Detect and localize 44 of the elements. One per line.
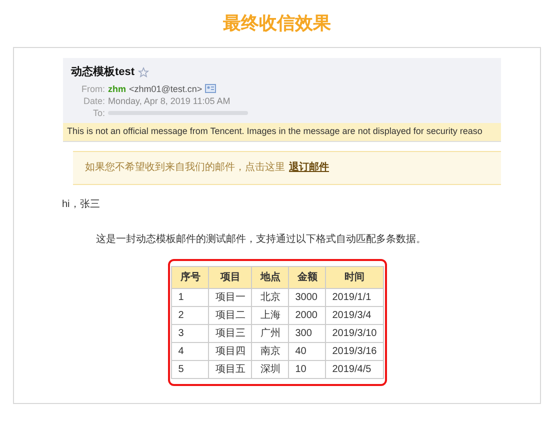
from-label: From:	[80, 82, 105, 94]
table-cell: 1	[172, 288, 209, 306]
to-label: To:	[92, 106, 105, 118]
table-cell: 2019/1/1	[326, 288, 384, 306]
table-cell: 3000	[288, 288, 326, 306]
sent-date: Monday, Apr 8, 2019 11:05 AM	[108, 94, 230, 106]
table-cell: 2019/3/10	[326, 324, 384, 342]
table-cell: 项目二	[208, 306, 252, 324]
table-cell: 项目三	[208, 324, 252, 342]
table-cell: 北京	[252, 288, 289, 306]
table-cell: 2019/4/5	[326, 360, 384, 378]
table-cell: 深圳	[252, 360, 289, 378]
table-cell: 广州	[252, 324, 289, 342]
star-icon[interactable]	[138, 66, 149, 78]
sender-address: <zhm01@test.cn>	[129, 82, 202, 94]
column-header: 地点	[252, 266, 289, 288]
column-header: 金额	[288, 266, 326, 288]
security-notice: This is not an official message from Tencent. Images in the message are not displayed for security reaso	[63, 122, 501, 142]
column-header: 时间	[326, 266, 384, 288]
table-cell: 300	[288, 324, 326, 342]
table-cell: 4	[172, 342, 209, 360]
table-cell: 项目四	[208, 342, 252, 360]
column-header: 序号	[172, 266, 209, 288]
unsubscribe-link[interactable]: 退订邮件	[289, 160, 329, 175]
table-cell: 项目五	[208, 360, 252, 378]
table-cell: 项目一	[208, 288, 252, 306]
table-cell: 2	[172, 306, 209, 324]
column-header: 项目	[208, 266, 252, 288]
body-text: 这是一封动态模板邮件的测试邮件，支持通过以下格式自动匹配多条数据。	[96, 232, 427, 246]
table-cell: 2019/3/16	[326, 342, 384, 360]
table-cell: 2019/3/4	[326, 306, 384, 324]
table-cell: 5	[172, 360, 209, 378]
email-subject: 动态模板test	[71, 64, 135, 80]
greeting: hi，张三	[62, 198, 101, 212]
table-cell: 10	[288, 360, 326, 378]
table-cell: 3	[172, 324, 209, 342]
table-cell: 上海	[252, 306, 289, 324]
table-cell: 40	[288, 342, 326, 360]
table-cell: 南京	[252, 342, 289, 360]
unsubscribe-text: 如果您不希望收到来自我们的邮件，点击这里	[85, 160, 285, 175]
date-label: Date:	[82, 94, 105, 106]
table-cell: 2000	[288, 306, 326, 324]
page-heading: 最终收信效果	[223, 12, 331, 35]
contact-card-icon[interactable]	[205, 84, 216, 93]
